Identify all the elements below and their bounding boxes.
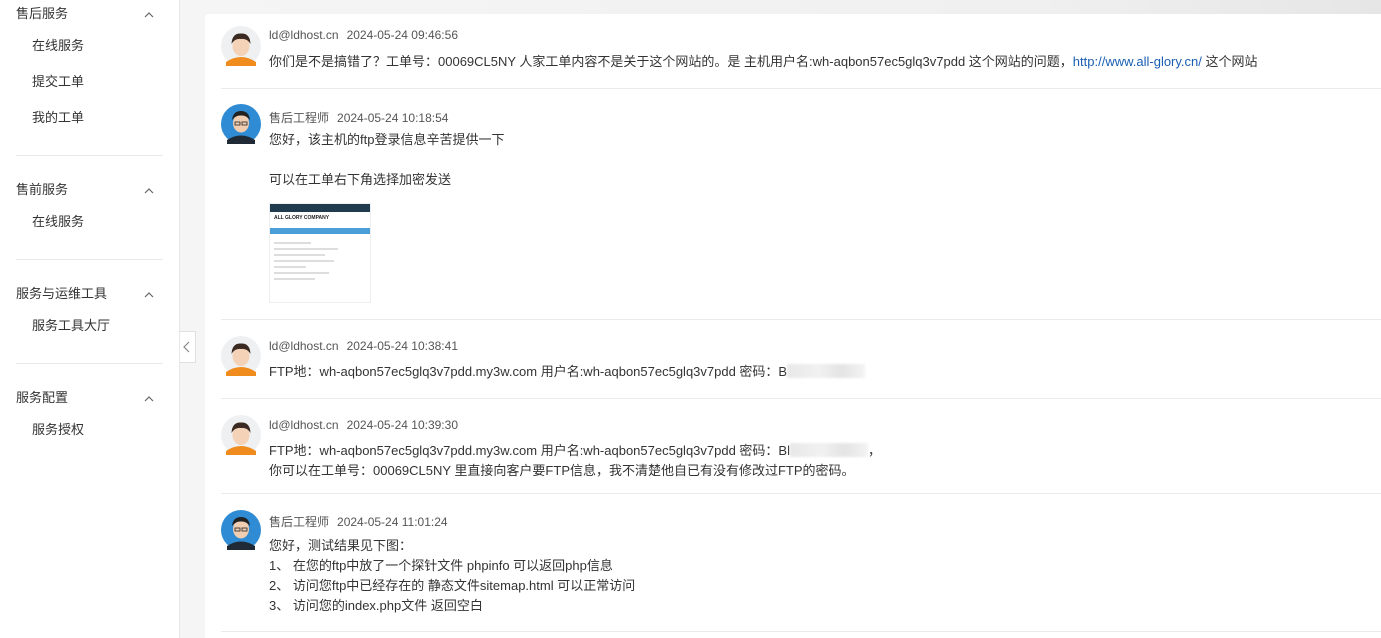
message-meta: ld@ldhost.cn 2024-05-24 10:38:41 (269, 339, 458, 353)
message-text: FTP地：wh-aqbon57ec5glq3v7pdd.my3w.com 用户名… (269, 443, 790, 458)
message-text: 3、 访问您的index.php文件 返回空白 (269, 598, 483, 613)
group-header-service-config[interactable]: 服务配置 (0, 384, 180, 412)
chevron-up-icon (144, 396, 154, 402)
sidebar-item-submit-ticket[interactable]: 提交工单 (0, 64, 180, 100)
top-banner-fade (205, 0, 1381, 14)
sidebar: 售后服务 在线服务 提交工单 我的工单 售前服务 在线服务 服务与运维工具 服务… (0, 0, 180, 638)
message-meta: ld@ldhost.cn 2024-05-24 10:39:30 (269, 418, 458, 432)
message-text: 你可以在工单号：00069CL5NY 里直接向客户要FTP信息，我不清楚他自已有… (269, 463, 855, 478)
group-service-config: 服务配置 服务授权 (0, 384, 180, 448)
chevron-left-icon (183, 341, 190, 353)
message-time: 2024-05-24 10:39:30 (346, 418, 458, 432)
divider (16, 259, 163, 260)
message-text-tail: 这个网站 (1201, 54, 1258, 69)
group-pre-sales: 售前服务 在线服务 (0, 176, 180, 240)
sidebar-item-service-authorization[interactable]: 服务授权 (0, 412, 180, 448)
message-time: 2024-05-24 10:38:41 (346, 339, 458, 353)
message-divider (221, 88, 1381, 89)
sidebar-item-tools-hall[interactable]: 服务工具大厅 (0, 308, 180, 344)
group-title: 售前服务 (16, 182, 69, 197)
message-text: FTP地：wh-aqbon57ec5glq3v7pdd.my3w.com 用户名… (269, 364, 788, 379)
message-time: 2024-05-24 10:18:54 (337, 111, 449, 125)
message-author: 售后工程师 (269, 515, 330, 529)
message-author: ld@ldhost.cn (269, 339, 339, 353)
engineer-avatar (221, 104, 261, 144)
website-link[interactable]: http://www.all-glory.cn/ (1073, 54, 1202, 69)
message-text: 2、 访问您ftp中已经存在的 静态文件sitemap.html 可以正常访问 (269, 578, 636, 593)
chevron-up-icon (144, 292, 154, 298)
message-meta: 售后工程师 2024-05-24 11:01:24 (269, 513, 448, 530)
message-text: 可以在工单右下角选择加密发送 (269, 172, 452, 187)
message-text: 您好，测试结果见下图： (269, 538, 413, 553)
message-body: 你们是不是搞错了？工单号：00069CL5NY 人家工单内容不是关于这个网站的。… (269, 51, 1258, 70)
group-title: 服务配置 (16, 390, 69, 405)
chevron-up-icon (144, 12, 154, 18)
attachment-thumbnail[interactable]: ALL GLORY COMPANY (269, 203, 371, 303)
message-meta: 售后工程师 2024-05-24 10:18:54 (269, 109, 448, 126)
message-meta: ld@ldhost.cn 2024-05-24 09:46:56 (269, 28, 458, 42)
message-body: FTP地：wh-aqbon57ec5glq3v7pdd.my3w.com 用户名… (269, 361, 866, 380)
message-divider (221, 631, 1381, 632)
thumbnail-content (270, 234, 370, 288)
message-author: 售后工程师 (269, 111, 330, 125)
sidebar-collapse-button[interactable] (180, 331, 196, 363)
group-header-after-sales[interactable]: 售后服务 (0, 0, 180, 28)
group-after-sales: 售后服务 在线服务 提交工单 我的工单 (0, 0, 180, 136)
group-title: 售后服务 (16, 6, 69, 21)
message-divider (221, 319, 1381, 320)
redacted-password (787, 364, 866, 378)
engineer-avatar (221, 510, 261, 550)
group-header-pre-sales[interactable]: 售前服务 (0, 176, 180, 204)
customer-avatar (221, 336, 261, 376)
message-text: 1、 在您的ftp中放了一个探针文件 phpinfo 可以返回php信息 (269, 558, 613, 573)
message-body: FTP地：wh-aqbon57ec5glq3v7pdd.my3w.com 用户名… (269, 440, 881, 459)
ticket-conversation: ld@ldhost.cn 2024-05-24 09:46:56 你们是不是搞错了… (205, 14, 1381, 638)
group-ops-tools: 服务与运维工具 服务工具大厅 (0, 280, 180, 344)
message-text: 您好，该主机的ftp登录信息辛苦提供一下 (269, 132, 505, 147)
message-divider (221, 398, 1381, 399)
message-time: 2024-05-24 09:46:56 (346, 28, 458, 42)
group-title: 服务与运维工具 (16, 286, 108, 301)
divider (16, 363, 163, 364)
message-text: 你们是不是搞错了？工单号：00069CL5NY 人家工单内容不是关于这个网站的。… (269, 54, 1073, 69)
sidebar-item-online-service[interactable]: 在线服务 (0, 204, 180, 240)
divider (16, 155, 163, 156)
group-header-ops-tools[interactable]: 服务与运维工具 (0, 280, 180, 308)
message-author: ld@ldhost.cn (269, 418, 339, 432)
message-author: ld@ldhost.cn (269, 28, 339, 42)
thumbnail-header (270, 204, 370, 212)
redacted-password (790, 443, 868, 457)
sidebar-item-online-service[interactable]: 在线服务 (0, 28, 180, 64)
customer-avatar (221, 415, 261, 455)
chevron-up-icon (144, 188, 154, 194)
message-time: 2024-05-24 11:01:24 (337, 515, 448, 529)
thumbnail-title: ALL GLORY COMPANY (274, 215, 330, 221)
customer-avatar (221, 26, 261, 66)
message-text-tail: ， (868, 443, 882, 458)
sidebar-item-my-tickets[interactable]: 我的工单 (0, 100, 180, 136)
message-divider (221, 493, 1381, 494)
